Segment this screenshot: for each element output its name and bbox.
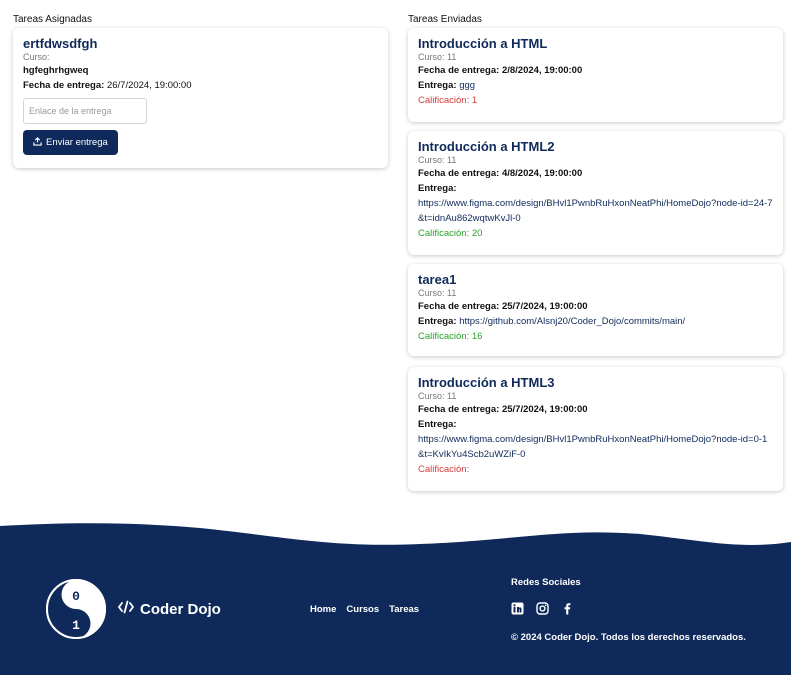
facebook-icon[interactable]: [561, 602, 574, 615]
task-due: Fecha de entrega: 4/8/2024, 19:00:00: [418, 168, 583, 179]
assigned-task-card: ertfdwsdfgh Curso: hgfeghrhgweq Fecha de…: [13, 28, 388, 168]
sent-task-card: Introducción a HTML2 Curso: 11 Fecha de …: [408, 131, 783, 255]
task-grade: Calificación: 1: [418, 95, 478, 106]
task-course: Curso:: [23, 52, 50, 62]
footer-wave: [0, 523, 791, 675]
assigned-tasks-heading: Tareas Asignadas: [13, 14, 92, 25]
footer-logo[interactable]: 0 1: [45, 578, 107, 640]
social-links: [511, 602, 574, 615]
footer-brand[interactable]: Coder Dojo: [117, 600, 221, 618]
submit-delivery-label: Enviar entrega: [46, 137, 108, 148]
footer-nav-home[interactable]: Home: [310, 604, 336, 615]
task-due: Fecha de entrega: 26/7/2024, 19:00:00: [23, 80, 192, 91]
task-course: Curso: 11: [418, 288, 457, 298]
svg-text:0: 0: [72, 589, 80, 604]
assigned-tasks-column: Tareas Asignadas ertfdwsdfgh Curso: hgfe…: [13, 0, 388, 168]
footer-nav-tareas[interactable]: Tareas: [389, 604, 419, 615]
sent-task-card: Introducción a HTML Curso: 11 Fecha de e…: [408, 28, 783, 122]
delivery-link[interactable]: https://github.com/Alsnj20/Coder_Dojo/co…: [459, 316, 685, 327]
task-due: Fecha de entrega: 2/8/2024, 19:00:00: [418, 65, 583, 76]
instagram-icon[interactable]: [536, 602, 549, 615]
task-course: Curso: 11: [418, 52, 457, 62]
task-delivery: Entrega: ggg: [418, 80, 476, 91]
brand-name: Coder Dojo: [140, 600, 221, 618]
sent-tasks-column: Tareas Enviadas Introducción a HTML Curs…: [408, 0, 783, 491]
task-due: Fecha de entrega: 25/7/2024, 19:00:00: [418, 301, 588, 312]
task-delivery: Entrega: https://www.figma.com/design/BHv…: [418, 183, 773, 224]
yin-yang-logo-icon: 0 1: [46, 579, 106, 639]
task-course: Curso: 11: [418, 391, 457, 401]
svg-text:1: 1: [72, 618, 80, 633]
social-title: Redes Sociales: [511, 577, 581, 588]
delivery-link[interactable]: https://www.figma.com/design/BHvl1PwnbRu…: [418, 198, 773, 224]
task-grade: Calificación: 20: [418, 228, 483, 239]
delivery-link[interactable]: https://www.figma.com/design/BHvl1PwnbRu…: [418, 434, 767, 460]
code-icon: [117, 600, 135, 618]
task-due: Fecha de entrega: 25/7/2024, 19:00:00: [418, 404, 588, 415]
task-delivery: Entrega: https://github.com/Alsnj20/Code…: [418, 316, 686, 327]
delivery-link-input[interactable]: [23, 98, 147, 124]
task-delivery: Entrega: https://www.figma.com/design/BHv…: [418, 419, 768, 460]
linkedin-icon[interactable]: [511, 602, 524, 615]
footer: 0 1 Coder Dojo Home Cursos Tareas Redes …: [0, 500, 791, 675]
task-grade: Calificación: 16: [418, 331, 483, 342]
upload-icon: [33, 136, 42, 149]
task-grade: Calificación:: [418, 464, 470, 475]
sent-task-card: tarea1 Curso: 11 Fecha de entrega: 25/7/…: [408, 264, 783, 356]
sent-task-card: Introducción a HTML3 Curso: 11 Fecha de …: [408, 367, 783, 491]
task-title: Introducción a HTML3: [418, 375, 555, 390]
copyright: © 2024 Coder Dojo. Todos los derechos re…: [511, 632, 746, 643]
footer-nav: Home Cursos Tareas: [310, 604, 419, 615]
submit-delivery-button[interactable]: Enviar entrega: [23, 130, 118, 155]
task-title: Introducción a HTML2: [418, 139, 555, 154]
task-description: hgfeghrhgweq: [23, 65, 89, 76]
footer-nav-cursos[interactable]: Cursos: [346, 604, 379, 615]
task-title: tarea1: [418, 272, 457, 287]
task-title: ertfdwsdfgh: [23, 36, 98, 51]
task-course: Curso: 11: [418, 155, 457, 165]
task-title: Introducción a HTML: [418, 36, 548, 51]
sent-tasks-heading: Tareas Enviadas: [408, 14, 482, 25]
